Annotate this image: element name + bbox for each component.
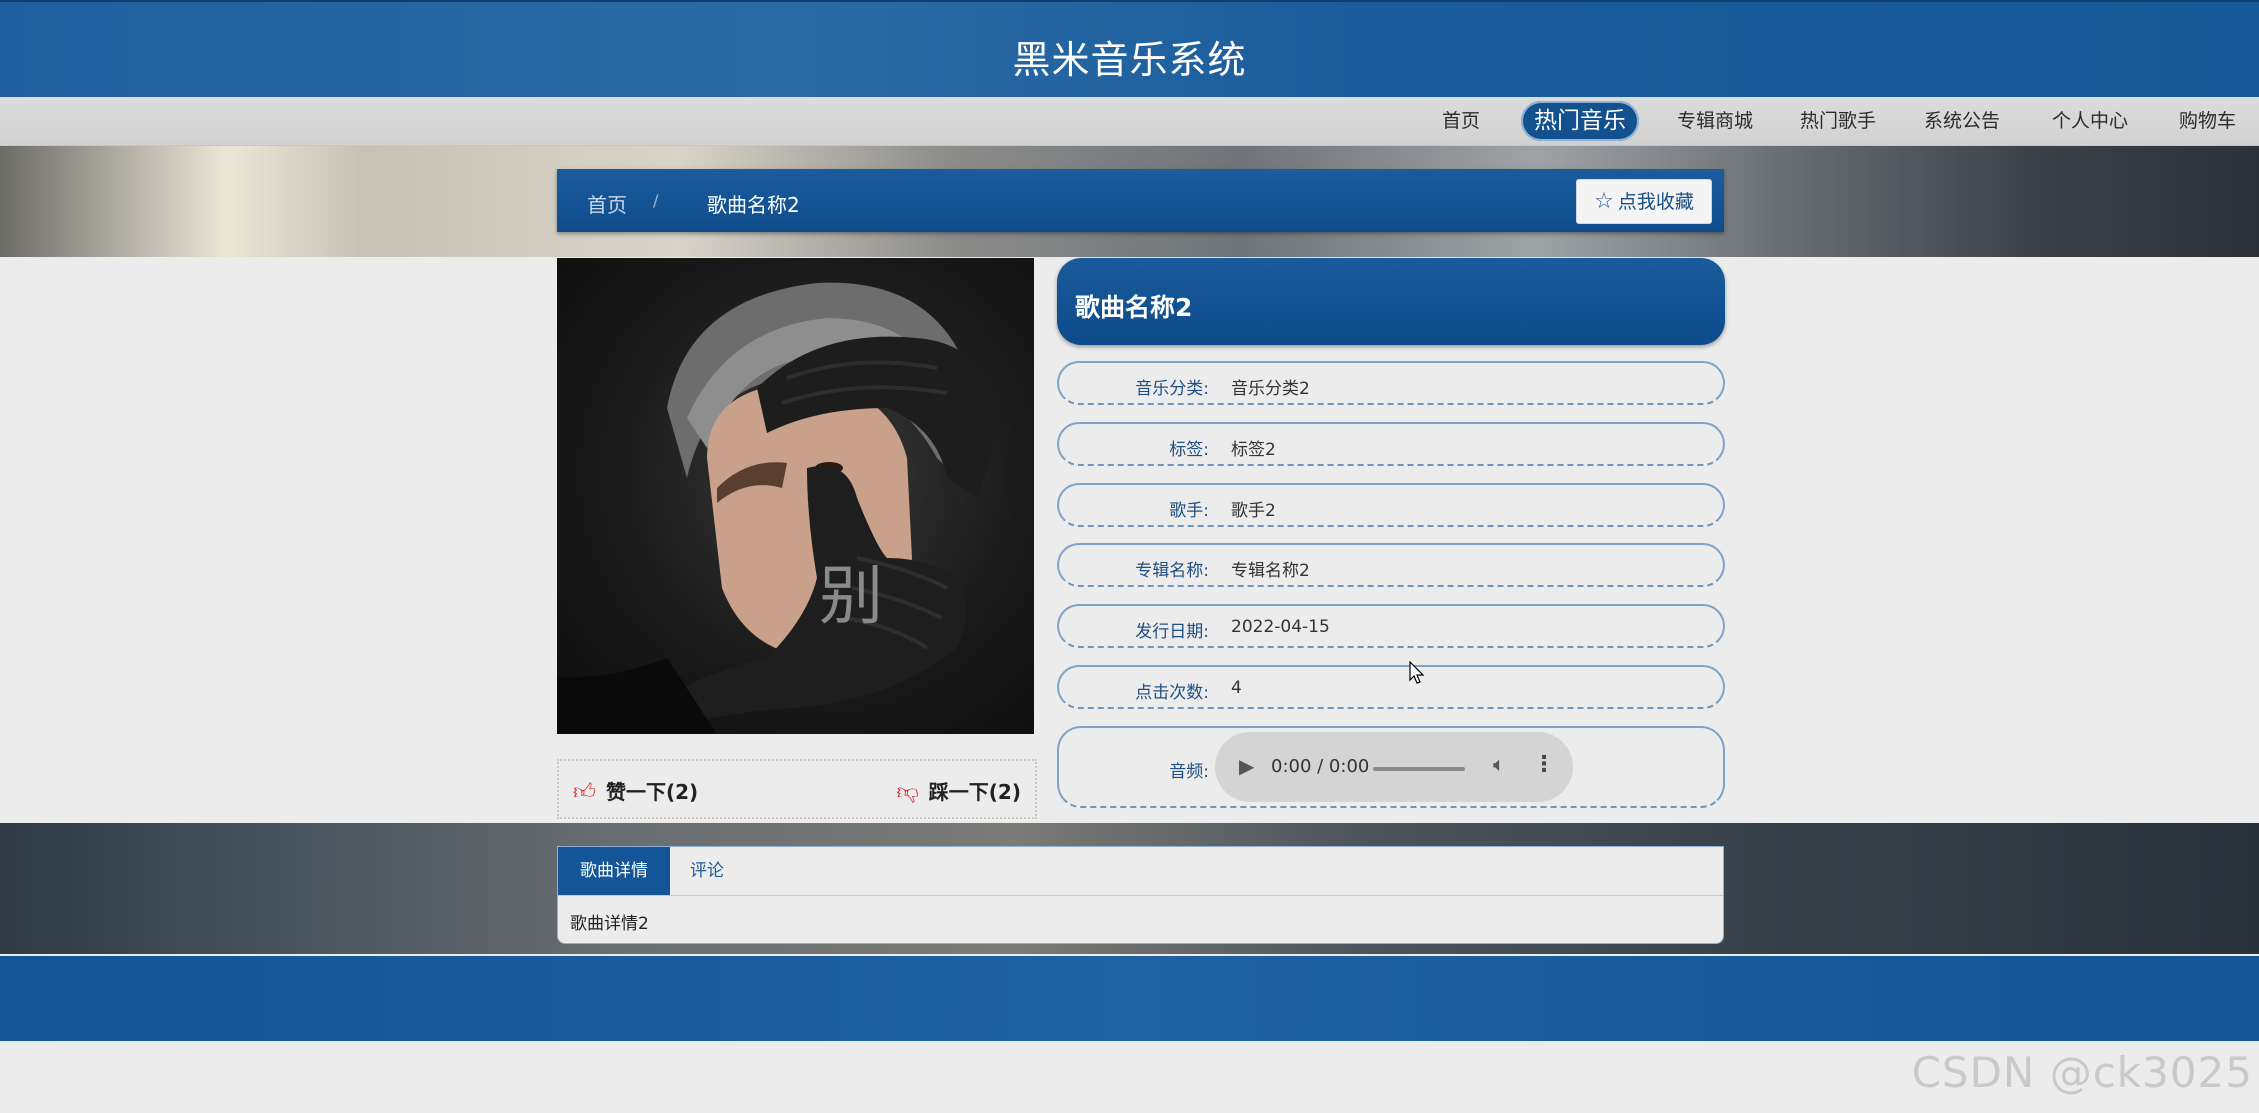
song-title-box: 歌曲名称2 xyxy=(1057,258,1725,345)
cover-artwork: 别 xyxy=(557,282,997,734)
nav-item-album-store[interactable]: 专辑商城 xyxy=(1665,105,1765,137)
vote-bar: 👍︎ 赞一下(2) 👎︎ 踩一下(2) xyxy=(557,759,1037,819)
breadcrumb: 首页 / 歌曲名称2 ☆ 点我收藏 xyxy=(557,169,1724,232)
cover-overlay-text: 别 xyxy=(819,560,883,634)
song-title: 歌曲名称2 xyxy=(1075,293,1193,322)
watermark: CSDN @ck3025 xyxy=(1911,1048,2253,1097)
dislike-button[interactable]: 👎︎ 踩一下(2) xyxy=(896,776,1021,805)
star-icon: ☆ xyxy=(1594,189,1614,214)
info-value: 歌手2 xyxy=(1231,501,1276,521)
site-header: 黑米音乐系统 xyxy=(0,0,2259,99)
info-row-audio: 音频: ▶ 0:00 / 0:00 🔈︎ ⋮ xyxy=(1057,726,1725,808)
cursor-icon xyxy=(1409,661,1425,684)
info-row-release-date: 发行日期: 2022-04-15 xyxy=(1057,604,1725,648)
like-label: 赞一下(2) xyxy=(606,780,699,804)
info-row-tag: 标签: 标签2 xyxy=(1057,422,1725,466)
progress-slider[interactable] xyxy=(1373,767,1465,771)
info-value: 2022-04-15 xyxy=(1231,617,1330,637)
tab-comments[interactable]: 评论 xyxy=(668,847,746,895)
info-label: 发行日期: xyxy=(1135,622,1209,642)
breadcrumb-current: 歌曲名称2 xyxy=(707,193,800,217)
info-value: 专辑名称2 xyxy=(1231,561,1310,581)
tab-content: 歌曲详情2 xyxy=(570,914,649,934)
audio-player[interactable]: ▶ 0:00 / 0:00 🔈︎ ⋮ xyxy=(1215,732,1573,802)
detail-tabs: 歌曲详情 评论 歌曲详情2 xyxy=(557,846,1724,944)
dislike-label: 踩一下(2) xyxy=(928,780,1021,804)
info-label: 音频: xyxy=(1169,762,1209,782)
info-label: 标签: xyxy=(1169,440,1209,460)
info-value: 音乐分类2 xyxy=(1231,379,1310,399)
tab-bar: 歌曲详情 评论 xyxy=(558,847,1723,896)
site-title: 黑米音乐系统 xyxy=(1012,38,1247,82)
info-row-clicks: 点击次数: 4 xyxy=(1057,665,1725,709)
nav-item-hot-music[interactable]: 热门音乐 xyxy=(1521,101,1639,141)
player-time: 0:00 / 0:00 xyxy=(1271,756,1370,777)
main-nav: 首页 热门音乐 专辑商城 热门歌手 系统公告 个人中心 购物车 xyxy=(0,97,2259,146)
album-cover-image: 别 xyxy=(557,258,1034,734)
tab-song-details[interactable]: 歌曲详情 xyxy=(558,847,670,895)
nav-item-profile[interactable]: 个人中心 xyxy=(2040,105,2140,137)
volume-icon[interactable]: 🔈︎ xyxy=(1493,752,1505,776)
info-value: 标签2 xyxy=(1231,440,1276,460)
thumbs-up-icon: 👍︎ xyxy=(573,780,596,805)
more-vertical-icon[interactable]: ⋮ xyxy=(1533,752,1555,777)
info-label: 歌手: xyxy=(1169,501,1209,521)
info-label: 专辑名称: xyxy=(1135,561,1209,581)
favorite-button[interactable]: ☆ 点我收藏 xyxy=(1576,179,1712,224)
favorite-button-label: 点我收藏 xyxy=(1617,191,1694,213)
nav-item-announcements[interactable]: 系统公告 xyxy=(1912,105,2012,137)
info-label: 点击次数: xyxy=(1135,683,1209,703)
site-footer xyxy=(0,956,2259,1041)
nav-item-cart[interactable]: 购物车 xyxy=(2167,105,2248,137)
info-label: 音乐分类: xyxy=(1135,379,1209,399)
info-value: 4 xyxy=(1231,678,1242,698)
like-button[interactable]: 👍︎ 赞一下(2) xyxy=(573,776,698,805)
info-row-album: 专辑名称: 专辑名称2 xyxy=(1057,543,1725,587)
nav-item-hot-singers[interactable]: 热门歌手 xyxy=(1788,105,1888,137)
breadcrumb-home-link[interactable]: 首页 xyxy=(587,189,627,218)
info-row-category: 音乐分类: 音乐分类2 xyxy=(1057,361,1725,405)
thumbs-down-icon: 👎︎ xyxy=(896,780,919,805)
play-icon[interactable]: ▶ xyxy=(1239,754,1254,778)
info-row-singer: 歌手: 歌手2 xyxy=(1057,483,1725,527)
breadcrumb-separator: / xyxy=(653,191,659,210)
nav-item-home[interactable]: 首页 xyxy=(1430,105,1492,137)
